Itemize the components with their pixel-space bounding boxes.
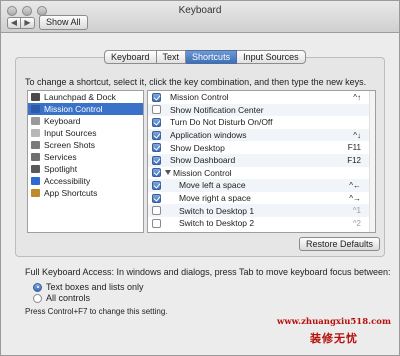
shortcut-name: Move left a space (179, 180, 246, 191)
keyboard-icon (31, 117, 40, 125)
shortcut-key[interactable]: ^↑ (353, 93, 361, 102)
shortcut-checkbox[interactable] (152, 130, 161, 140)
shortcut-checkbox[interactable] (152, 117, 161, 127)
category-label: App Shortcuts (44, 188, 98, 198)
shortcut-key[interactable]: ^→ (349, 194, 361, 203)
shortcut-name: Switch to Desktop 1 (179, 205, 255, 216)
shortcut-checkbox[interactable] (152, 155, 161, 165)
shortcut-checkbox[interactable] (152, 143, 161, 153)
radio-all-controls[interactable]: All controls (33, 293, 90, 303)
category-list: Launchpad & Dock Mission Control Keyboard I… (27, 90, 144, 233)
show-all-button[interactable]: Show All (39, 15, 88, 30)
category-label: Spotlight (44, 164, 78, 174)
shortcut-key[interactable]: ^← (349, 181, 361, 190)
category-item[interactable]: Spotlight (28, 163, 143, 175)
titlebar: Keyboard ◀ ▶ Show All (1, 1, 399, 33)
tab-bar: Keyboard Text Shortcuts Input Sources (104, 50, 306, 64)
restore-defaults-button[interactable]: Restore Defaults (299, 237, 381, 251)
shortcut-row[interactable]: Move left a space ^← (148, 179, 375, 192)
category-item[interactable]: Services (28, 151, 143, 163)
shortcut-row[interactable]: Switch to Desktop 1 ^1 (148, 204, 375, 217)
shortcut-name: Move right a space (179, 193, 251, 204)
hint-text: Press Control+F7 to change this setting. (25, 307, 168, 316)
shortcut-name: Show Desktop (170, 142, 225, 153)
category-label: Screen Shots (44, 140, 96, 150)
category-label: Launchpad & Dock (44, 92, 116, 102)
category-item[interactable]: App Shortcuts (28, 187, 143, 199)
shortcut-name: Turn Do Not Disturb On/Off (170, 117, 273, 128)
input-sources-icon (31, 129, 40, 137)
forward-arrow-icon[interactable]: ▶ (21, 17, 35, 29)
spotlight-icon (31, 165, 40, 173)
back-arrow-icon[interactable]: ◀ (7, 17, 21, 29)
shortcut-row[interactable]: Switch to Desktop 2 ^2 (148, 217, 375, 230)
shortcut-row[interactable]: Turn Do Not Disturb On/Off (148, 116, 375, 129)
watermark-url: www.zhuangxiu518.com (277, 317, 391, 327)
mission-control-icon (31, 105, 40, 113)
category-label: Keyboard (44, 116, 81, 126)
shortcut-checkbox[interactable] (152, 193, 161, 203)
shortcut-name: Application windows (170, 130, 247, 141)
radio-button[interactable] (33, 282, 42, 292)
category-item[interactable]: Mission Control (28, 103, 143, 115)
shortcut-row[interactable]: Show Notification Center (148, 103, 375, 117)
shortcut-name: Mission Control (170, 92, 229, 103)
category-item[interactable]: Screen Shots (28, 139, 143, 151)
app-shortcuts-icon (31, 189, 40, 197)
disclosure-triangle-icon[interactable] (165, 170, 171, 176)
shortcut-name: Show Notification Center (170, 104, 264, 115)
shortcut-list: Mission Control ^↑ Show Notification Cente… (147, 90, 376, 233)
instructions-text: To change a shortcut, select it, click t… (25, 77, 367, 87)
shortcut-row[interactable]: Show Desktop F11 (148, 141, 375, 154)
tab-input-sources[interactable]: Input Sources (237, 50, 306, 64)
shortcut-checkbox[interactable] (152, 206, 161, 216)
shortcut-key[interactable]: ^2 (353, 219, 361, 228)
accessibility-icon (31, 177, 40, 185)
shortcut-checkbox[interactable] (152, 92, 161, 102)
shortcut-name: Switch to Desktop 2 (179, 218, 255, 229)
tab-text[interactable]: Text (156, 50, 187, 64)
category-label: Services (44, 152, 77, 162)
launchpad-icon (31, 93, 40, 101)
tab-shortcuts[interactable]: Shortcuts (186, 50, 238, 64)
category-label: Accessibility (44, 176, 91, 186)
category-item[interactable]: Launchpad & Dock (28, 91, 143, 103)
category-label: Mission Control (44, 104, 103, 114)
shortcut-row[interactable]: Show Dashboard F12 (148, 153, 375, 167)
radio-text-boxes-only[interactable]: Text boxes and lists only (33, 282, 144, 292)
shortcut-checkbox[interactable] (152, 218, 161, 228)
shortcut-key[interactable]: ^↓ (353, 131, 361, 140)
shortcut-row[interactable]: Application windows ^↓ (148, 128, 375, 142)
radio-label: Text boxes and lists only (46, 282, 144, 292)
shortcut-checkbox[interactable] (152, 105, 161, 115)
shortcut-row[interactable]: Mission Control ^↑ (148, 91, 375, 104)
shortcut-name: Show Dashboard (170, 155, 236, 166)
category-item[interactable]: Keyboard (28, 115, 143, 127)
shortcut-name: Mission Control (173, 167, 232, 178)
nav-arrows: ◀ ▶ (7, 17, 35, 29)
keyboard-preferences-window: Keyboard ◀ ▶ Show All Keyboard Text Shor… (0, 0, 400, 356)
shortcut-checkbox[interactable] (152, 180, 161, 190)
watermark: www.zhuangxiu518.com 装修无忧 (268, 317, 399, 346)
category-item[interactable]: Accessibility (28, 175, 143, 187)
shortcut-key[interactable]: F11 (348, 143, 361, 152)
category-item[interactable]: Input Sources (28, 127, 143, 139)
shortcut-row[interactable]: Move right a space ^→ (148, 192, 375, 205)
shortcut-key[interactable]: ^1 (353, 206, 361, 215)
shortcut-checkbox[interactable] (152, 168, 161, 178)
tab-keyboard[interactable]: Keyboard (104, 50, 157, 64)
full-keyboard-access-label: Full Keyboard Access: In windows and dia… (25, 267, 391, 277)
screenshot-icon (31, 141, 40, 149)
radio-button[interactable] (33, 293, 42, 303)
category-label: Input Sources (44, 128, 97, 138)
gear-icon (31, 153, 40, 161)
shortcut-key[interactable]: F12 (347, 156, 361, 165)
radio-label: All controls (46, 293, 91, 303)
shortcut-list-scrollbar[interactable] (369, 91, 375, 232)
shortcut-row[interactable]: Mission Control (148, 167, 375, 180)
watermark-text: 装修无忧 (310, 332, 358, 345)
